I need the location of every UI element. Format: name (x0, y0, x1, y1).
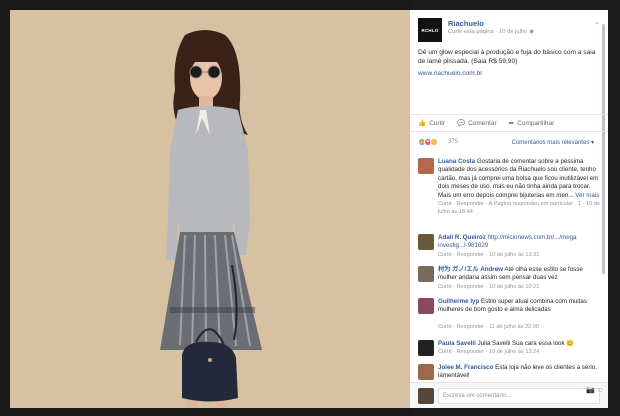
share-button[interactable]: ➦ Compartilhar (508, 119, 555, 128)
page-logo-text: RCHLO (421, 27, 439, 33)
like-page-link[interactable]: Curtir esta página (448, 29, 494, 35)
avatar[interactable] (418, 364, 434, 380)
comment-meta[interactable]: Curtir · Responder · 10 de julho às 10:2… (438, 283, 602, 291)
avatar[interactable] (418, 340, 434, 356)
comment-meta[interactable]: Curtir · Responder · 10 de julho às 13:2… (438, 348, 602, 356)
post-date[interactable]: 10 de julho (499, 29, 527, 35)
share-icon: ➦ (508, 120, 515, 127)
comment-sort-dropdown[interactable]: Comentários mais relevantes ▾ (512, 139, 594, 146)
comment-body: Jolee M. Francisco Esta loja não leve os… (438, 364, 602, 381)
chevron-down-icon[interactable]: ⌄ (594, 18, 600, 26)
globe-icon: ◉ (528, 29, 534, 35)
comment-body: Luana Costa Gostaria de comentar sobre a… (438, 158, 602, 217)
thumbs-up-icon: 👍 (418, 120, 427, 127)
avatar[interactable] (418, 266, 434, 282)
avatar[interactable] (418, 234, 434, 250)
comment-author[interactable]: 村为 ガノ/エル Andrew (438, 266, 503, 273)
sort-label: Comentários mais relevantes (511, 140, 590, 146)
avatar[interactable] (418, 298, 434, 314)
comment-meta[interactable]: Curtir · Responder · 11 de julho às 22:0… (438, 323, 602, 331)
like-label: Curtir (429, 119, 445, 127)
post-photo[interactable] (10, 10, 410, 408)
reaction-icons[interactable]: 👍 ♥ ☺ (418, 138, 438, 146)
comment-body: Paula Savelli Julia Savelli Sua cara ess… (438, 340, 602, 357)
share-label: Compartilhar (517, 119, 555, 127)
post-link[interactable]: www.riachuelo.com.br (418, 70, 483, 77)
comment-author[interactable]: Guilherme Iyp (438, 298, 479, 305)
post-header: RCHLO Riachuelo Curtir esta página · 10 … (418, 18, 600, 46)
comment-author[interactable]: Paula Savelli (438, 340, 476, 347)
comment-input[interactable]: Escreva um comentário... (438, 388, 600, 404)
reactions-row: 👍 ♥ ☺ 375 Comentários mais relevantes ▾ (418, 138, 600, 148)
comment-body: Guilherme Iyp Estilo super atual combina… (438, 298, 602, 331)
model-photo-illustration (160, 30, 262, 408)
page-avatar[interactable]: RCHLO (418, 18, 442, 42)
like-button[interactable]: 👍 Curtir (418, 119, 445, 128)
see-more-link[interactable]: Ver mais (575, 192, 599, 199)
avatar[interactable] (418, 158, 434, 174)
reaction-count[interactable]: 375 (448, 139, 458, 145)
post-text: Dê um glow especial à produção e fuja do… (418, 49, 596, 65)
haha-reaction-icon: ☺ (430, 138, 438, 146)
comment-label: Comentar (468, 119, 497, 127)
comment-actions[interactable]: Curtir · Responder · (438, 201, 489, 207)
post-actions-bar: 👍 Curtir 💬 Comentar ➦ Compartilhar (410, 114, 608, 132)
post-side-panel: RCHLO Riachuelo Curtir esta página · 10 … (410, 10, 608, 408)
comment-meta: Curtir · Responder · A Página respondeu … (438, 200, 602, 217)
comment-body: 村为 ガノ/エル Andrew Até olha esse estilo se … (438, 266, 602, 291)
comment-body: Adail R. Queiroz http://micionews.com.br… (438, 234, 602, 259)
comment-author[interactable]: Adail R. Queiroz (438, 234, 486, 241)
comment-author[interactable]: Jolee M. Francisco (438, 364, 493, 371)
sticker-icon[interactable]: ☺ (597, 387, 604, 394)
comment-text: Julia Savelli Sua cara essa look 😊 (477, 340, 575, 347)
page-name-link[interactable]: Riachuelo (448, 19, 484, 28)
comment-author[interactable]: Luana Costa (438, 158, 475, 165)
comment-input-icons: 📷 ☺ (586, 386, 604, 394)
comment-button[interactable]: 💬 Comentar (456, 119, 497, 128)
camera-icon[interactable]: 📷 (586, 387, 595, 394)
photo-viewer-area (0, 0, 410, 416)
post-meta: Curtir esta página · 10 de julho ◉ (448, 29, 534, 35)
write-comment-box: Escreva um comentário... 📷 ☺ (410, 382, 608, 408)
comment-icon: 💬 (456, 120, 466, 127)
comment-meta[interactable]: Curtir · Responder · 10 de julho às 13:3… (438, 251, 602, 259)
scrollbar[interactable] (602, 24, 605, 274)
avatar (418, 388, 434, 404)
